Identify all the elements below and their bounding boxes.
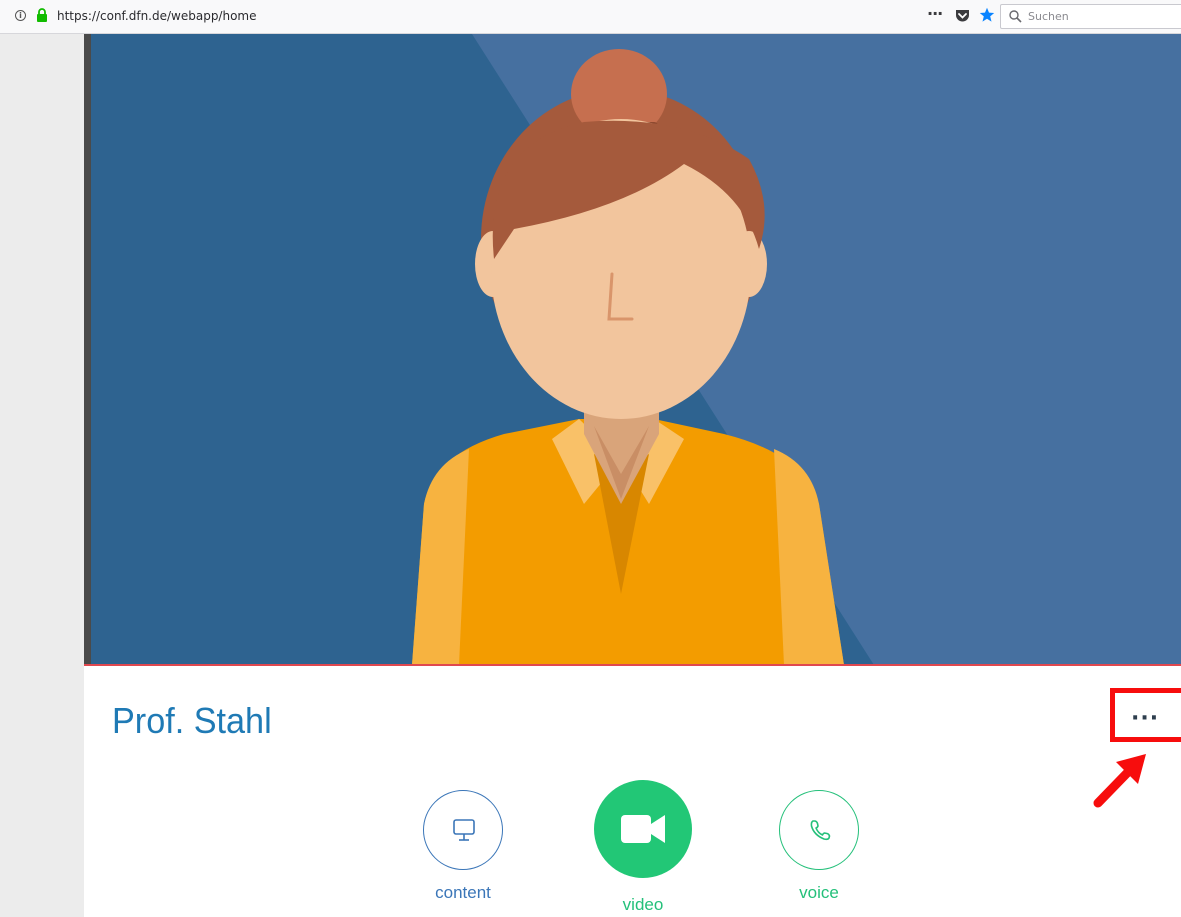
browser-toolbar: i https://conf.dfn.de/webapp/home ··· Su… <box>0 0 1181 34</box>
search-field[interactable]: Suchen <box>1000 4 1181 29</box>
video-button[interactable] <box>594 780 692 878</box>
video-feed <box>84 34 1181 665</box>
left-gutter <box>0 34 84 917</box>
annotation-arrow <box>1093 754 1146 808</box>
video-camera-icon <box>621 815 665 843</box>
monitor-icon <box>453 819 475 841</box>
video-label: video <box>622 895 664 914</box>
pocket-icon[interactable] <box>955 9 970 23</box>
lock-icon <box>37 8 47 22</box>
search-placeholder: Suchen <box>1028 10 1069 23</box>
avatar-illustration <box>84 34 1181 665</box>
url-bar[interactable]: https://conf.dfn.de/webapp/home <box>57 9 257 23</box>
content-label: content <box>435 883 491 902</box>
content-button[interactable] <box>423 790 503 870</box>
search-icon <box>1009 10 1022 23</box>
voice-label: voice <box>799 883 839 902</box>
caller-name: Prof. Stahl <box>112 700 272 741</box>
voice-button[interactable] <box>779 790 859 870</box>
bookmark-star-icon[interactable] <box>979 7 995 23</box>
info-icon[interactable]: i <box>15 10 26 21</box>
video-divider <box>84 664 1181 666</box>
page-actions-icon[interactable]: ··· <box>927 4 943 23</box>
phone-icon <box>810 820 831 841</box>
highlight-box <box>1110 688 1181 742</box>
